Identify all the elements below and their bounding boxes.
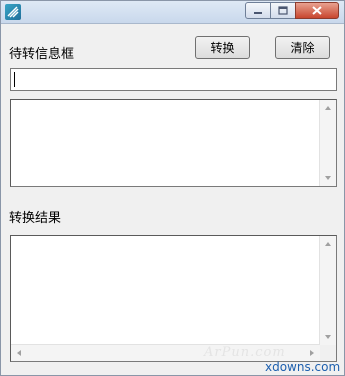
- close-button[interactable]: [295, 2, 339, 19]
- result-textarea[interactable]: [10, 235, 337, 362]
- result-vertical-scrollbar[interactable]: [319, 236, 336, 345]
- minimize-button[interactable]: [245, 2, 271, 19]
- scroll-up-arrow-icon[interactable]: [320, 236, 336, 252]
- scrollbar-corner: [320, 345, 336, 361]
- text-caret: [14, 72, 15, 87]
- watermark-faint: ArPun.com: [204, 345, 286, 360]
- title-bar[interactable]: [1, 1, 344, 24]
- scroll-down-arrow-icon[interactable]: [320, 170, 336, 186]
- maximize-button[interactable]: [270, 2, 296, 19]
- watermark-site: xdowns.com: [265, 360, 341, 374]
- scroll-right-arrow-icon[interactable]: [304, 345, 320, 361]
- app-window: 待转信息框 转换 清除 转换结果 ArPun.com xdowns.com: [0, 0, 345, 376]
- scroll-left-arrow-icon[interactable]: [11, 345, 27, 361]
- minimize-icon: [254, 12, 262, 14]
- result-label: 转换结果: [9, 211, 62, 226]
- source-input[interactable]: [10, 68, 337, 91]
- app-icon[interactable]: [5, 4, 21, 20]
- maximize-icon: [278, 6, 288, 15]
- clear-button[interactable]: 清除: [275, 36, 330, 59]
- close-icon: [312, 6, 322, 15]
- source-vertical-scrollbar[interactable]: [319, 100, 336, 186]
- source-textarea[interactable]: [10, 99, 337, 187]
- scroll-up-arrow-icon[interactable]: [320, 100, 336, 116]
- convert-button[interactable]: 转换: [195, 36, 250, 59]
- scroll-down-arrow-icon[interactable]: [320, 329, 336, 345]
- input-label: 待转信息框: [9, 47, 75, 62]
